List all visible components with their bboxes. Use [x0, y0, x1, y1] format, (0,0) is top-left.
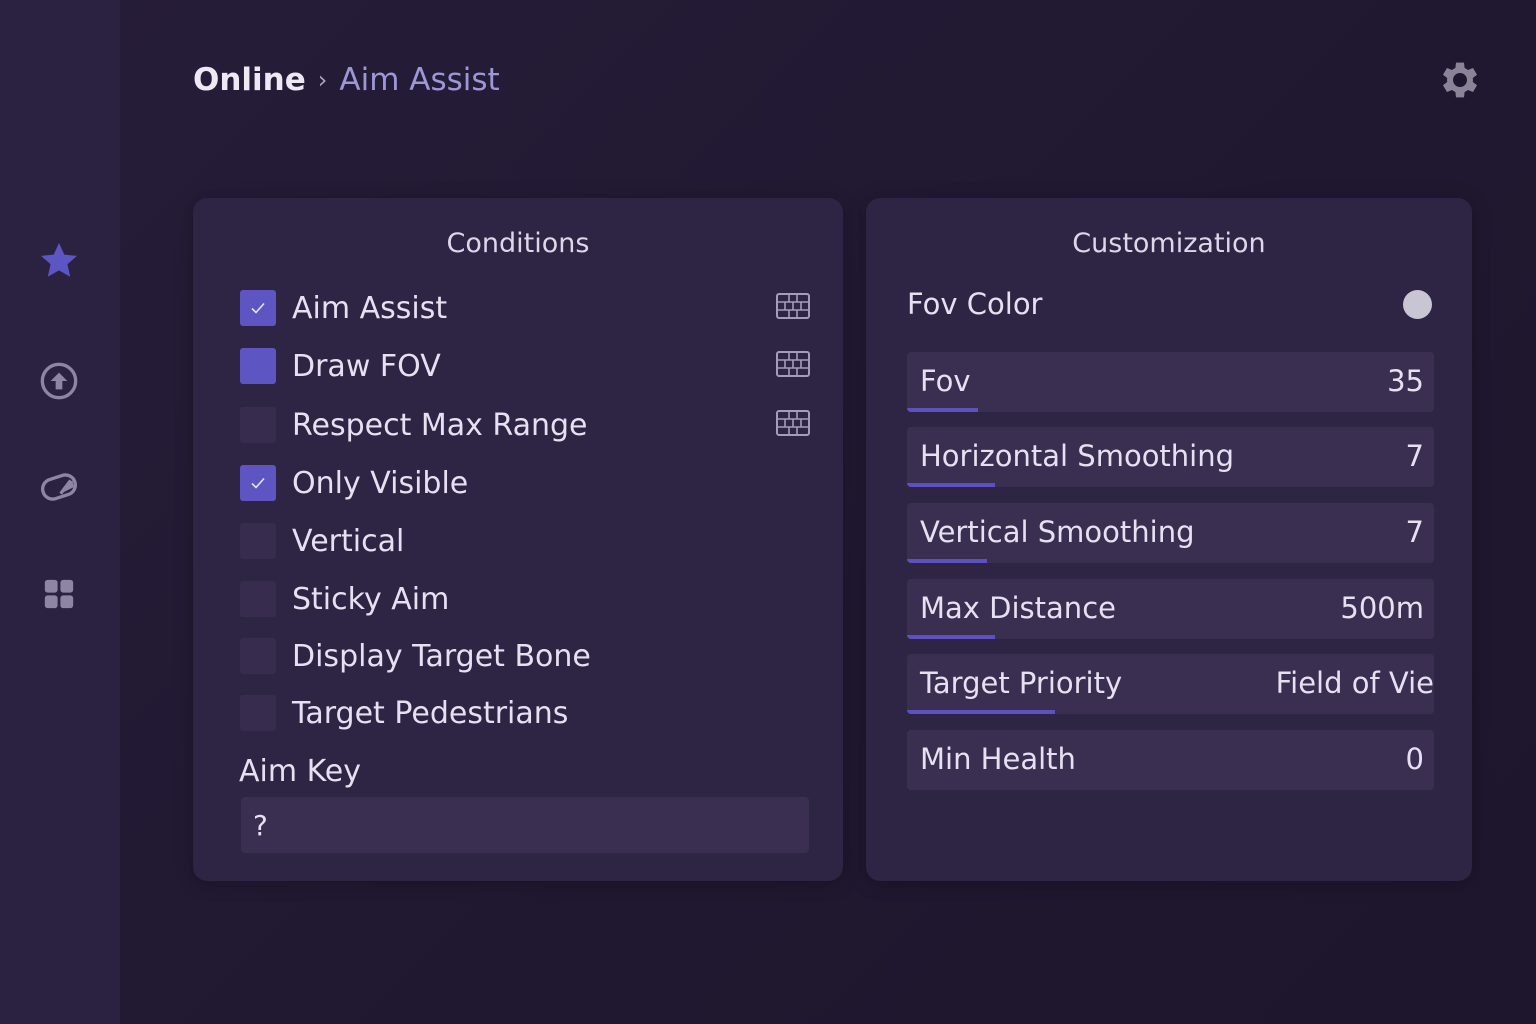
slider-value: 7 [1405, 439, 1424, 473]
sidebar-item-upload[interactable] [30, 352, 88, 410]
condition-checkbox[interactable] [240, 290, 276, 326]
condition-checkbox[interactable] [240, 407, 276, 443]
app-window: Online › Aim Assist Conditions Aim Assis… [0, 0, 1536, 1024]
checkmark-icon [251, 477, 265, 489]
slider-label: Horizontal Smoothing [920, 439, 1235, 473]
condition-checkbox[interactable] [240, 695, 276, 731]
slider[interactable]: Max Distance 500m [907, 579, 1434, 639]
checkmark-icon [251, 302, 265, 314]
condition-checkbox[interactable] [240, 348, 276, 384]
condition-checkbox[interactable] [240, 581, 276, 617]
slider-label: Vertical Smoothing [920, 515, 1195, 549]
slider-label: Fov [920, 364, 971, 398]
slider[interactable]: Fov 35 [907, 352, 1434, 412]
slider-value: 500m [1340, 591, 1424, 625]
condition-row[interactable]: Aim Assist [240, 288, 810, 328]
condition-checkbox[interactable] [240, 638, 276, 674]
condition-row[interactable]: Display Target Bone [240, 636, 810, 676]
condition-label: Respect Max Range [292, 407, 588, 443]
slider[interactable]: Vertical Smoothing 7 [907, 503, 1434, 563]
condition-label: Aim Assist [292, 290, 448, 326]
condition-label: Sticky Aim [292, 581, 450, 617]
slider-fill [907, 559, 988, 563]
keyboard-icon[interactable] [776, 409, 810, 441]
conditions-panel: Conditions Aim Assist Draw FOV Respect Max… [193, 198, 843, 881]
grid-icon [44, 579, 74, 609]
slider-label: Min Health [920, 742, 1076, 776]
eraser-icon [40, 473, 78, 501]
condition-label: Target Pedestrians [292, 695, 569, 731]
slider-value: Field of Vie [1275, 666, 1434, 700]
breadcrumb-root[interactable]: Online [193, 62, 306, 98]
condition-checkbox[interactable] [240, 465, 276, 501]
aim-key-input[interactable]: ? [241, 797, 809, 853]
slider-label: Target Priority [920, 666, 1123, 700]
upload-circle-icon [40, 362, 78, 400]
sidebar [0, 0, 120, 1024]
breadcrumb: Online › Aim Assist [193, 58, 500, 102]
aim-key-value: ? [253, 808, 268, 842]
keyboard-icon[interactable] [776, 292, 810, 324]
slider-fill [907, 408, 979, 412]
condition-label: Display Target Bone [292, 638, 591, 674]
condition-label: Draw FOV [292, 348, 441, 384]
sidebar-item-eraser[interactable] [30, 458, 88, 516]
slider[interactable]: Target Priority Field of Vie [907, 654, 1434, 714]
slider[interactable]: Horizontal Smoothing 7 [907, 427, 1434, 487]
fov-color-row: Fov Color [907, 284, 1432, 324]
condition-label: Only Visible [292, 465, 469, 501]
conditions-title: Conditions [446, 228, 590, 259]
gear-icon[interactable] [1436, 56, 1484, 104]
slider-label: Max Distance [920, 591, 1116, 625]
slider-value: 35 [1387, 364, 1424, 398]
condition-label: Vertical [292, 523, 405, 559]
slider-fill [907, 483, 995, 487]
condition-row[interactable]: Only Visible [240, 463, 810, 503]
fov-color-swatch[interactable] [1403, 290, 1432, 319]
customization-panel: Customization Fov Color Fov 35 Horizontal … [866, 198, 1472, 881]
star-icon [41, 243, 77, 277]
condition-row[interactable]: Draw FOV [240, 346, 810, 386]
slider-value: 0 [1405, 742, 1424, 776]
condition-checkbox[interactable] [240, 523, 276, 559]
fov-color-label: Fov Color [907, 287, 1043, 321]
condition-row[interactable]: Target Pedestrians [240, 693, 810, 733]
condition-row[interactable]: Respect Max Range [240, 405, 810, 445]
sidebar-item-favorites[interactable] [30, 232, 88, 290]
breadcrumb-separator: › [317, 66, 328, 94]
condition-row[interactable]: Sticky Aim [240, 579, 810, 619]
condition-row[interactable]: Vertical [240, 521, 810, 561]
aim-key-label: Aim Key [239, 754, 362, 789]
keyboard-icon[interactable] [776, 350, 810, 382]
slider[interactable]: Min Health 0 [907, 730, 1434, 790]
slider-value: 7 [1405, 515, 1424, 549]
breadcrumb-current: Aim Assist [339, 62, 500, 98]
customization-title: Customization [1072, 228, 1266, 259]
slider-fill [907, 710, 1055, 714]
slider-fill [907, 635, 995, 639]
sidebar-item-grid[interactable] [30, 565, 88, 623]
